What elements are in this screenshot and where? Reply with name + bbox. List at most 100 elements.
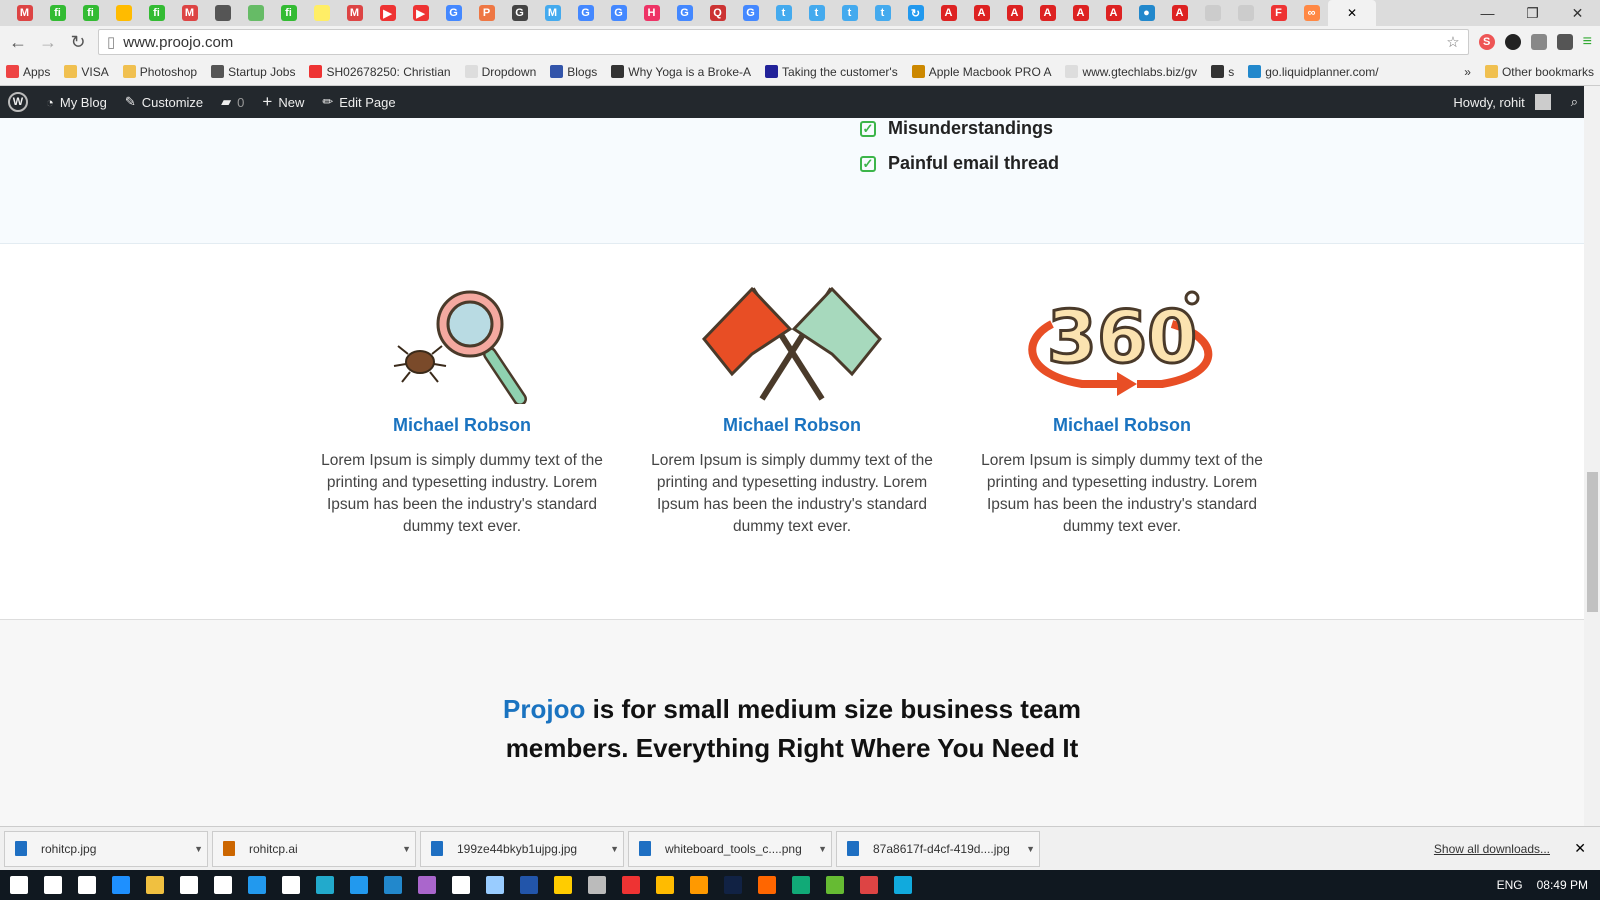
- browser-tab[interactable]: G: [668, 0, 701, 26]
- browser-tab-active[interactable]: ✕: [1328, 0, 1376, 26]
- browser-tab[interactable]: M: [338, 0, 371, 26]
- browser-tab[interactable]: fi: [272, 0, 305, 26]
- taskbar-app-icon[interactable]: [10, 876, 28, 894]
- taskbar-app-icon[interactable]: [44, 876, 62, 894]
- browser-tab[interactable]: ▶: [371, 0, 404, 26]
- taskbar-app-icon[interactable]: [520, 876, 538, 894]
- my-blog-link[interactable]: ◔ My Blog: [46, 95, 107, 110]
- customize-link[interactable]: ✎ Customize: [125, 94, 203, 110]
- taskbar-app-icon[interactable]: [554, 876, 572, 894]
- taskbar-app-icon[interactable]: [418, 876, 436, 894]
- browser-tab[interactable]: G: [503, 0, 536, 26]
- browser-tab[interactable]: ▶: [404, 0, 437, 26]
- back-icon[interactable]: ←: [8, 32, 28, 53]
- browser-tab[interactable]: M: [173, 0, 206, 26]
- bookmark-item[interactable]: Apps: [6, 64, 50, 79]
- bookmark-item[interactable]: Apple Macbook PRO A: [911, 64, 1051, 79]
- taskbar-app-icon[interactable]: [894, 876, 912, 894]
- reload-icon[interactable]: ↻: [68, 32, 88, 53]
- browser-tab[interactable]: t: [767, 0, 800, 26]
- taskbar-app-icon[interactable]: [486, 876, 504, 894]
- browser-tab[interactable]: ∞: [1295, 0, 1328, 26]
- taskbar-app-icon[interactable]: [860, 876, 878, 894]
- download-menu-chevron-icon[interactable]: ▼: [194, 844, 203, 854]
- browser-tab[interactable]: [239, 0, 272, 26]
- browser-tab[interactable]: Q: [701, 0, 734, 26]
- browser-tab[interactable]: G: [437, 0, 470, 26]
- wordpress-logo-icon[interactable]: W: [8, 92, 28, 112]
- bookmark-item[interactable]: Photoshop: [122, 64, 197, 79]
- browser-tab[interactable]: [305, 0, 338, 26]
- browser-tab[interactable]: H: [635, 0, 668, 26]
- bookmark-item[interactable]: Dropdown: [464, 64, 536, 79]
- language-indicator[interactable]: ENG: [1497, 878, 1523, 892]
- browser-tab[interactable]: A: [1097, 0, 1130, 26]
- taskbar-app-icon[interactable]: [758, 876, 776, 894]
- taskbar-app-icon[interactable]: [180, 876, 198, 894]
- browser-tab[interactable]: t: [833, 0, 866, 26]
- browser-tab[interactable]: [107, 0, 140, 26]
- taskbar-app-icon[interactable]: [724, 876, 742, 894]
- page-scrollbar[interactable]: [1584, 86, 1600, 826]
- download-item[interactable]: whiteboard_tools_c....png ▼: [628, 830, 832, 867]
- taskbar-app-icon[interactable]: [112, 876, 130, 894]
- scrollbar-thumb[interactable]: [1587, 472, 1598, 612]
- browser-tab[interactable]: G: [734, 0, 767, 26]
- close-downloads-icon[interactable]: ✕: [1574, 840, 1586, 857]
- download-item[interactable]: rohitcp.jpg ▼: [4, 830, 208, 867]
- bookmark-item[interactable]: go.liquidplanner.com/: [1248, 64, 1379, 79]
- extension-icon[interactable]: [1556, 34, 1573, 50]
- browser-tab[interactable]: [1196, 0, 1229, 26]
- clock[interactable]: 08:49 PM: [1537, 878, 1588, 892]
- bookmark-item[interactable]: Blogs: [550, 64, 597, 79]
- comments-link[interactable]: ▰ 0: [221, 94, 244, 110]
- download-menu-chevron-icon[interactable]: ▼: [402, 844, 411, 854]
- url-input[interactable]: ▯ www.proojo.com ☆: [98, 29, 1469, 55]
- maximize-button[interactable]: ❐: [1510, 0, 1555, 26]
- menu-icon[interactable]: ≡: [1583, 33, 1592, 51]
- extension-icon[interactable]: [1504, 34, 1521, 50]
- star-icon[interactable]: ☆: [1446, 33, 1459, 51]
- taskbar-app-icon[interactable]: [350, 876, 368, 894]
- bookmarks-overflow-button[interactable]: »: [1464, 65, 1471, 79]
- taskbar-app-icon[interactable]: [78, 876, 96, 894]
- browser-tab[interactable]: G: [569, 0, 602, 26]
- extension-icon[interactable]: [1530, 34, 1547, 50]
- taskbar-app-icon[interactable]: [622, 876, 640, 894]
- browser-tab[interactable]: ●: [1130, 0, 1163, 26]
- show-all-downloads-link[interactable]: Show all downloads...: [1434, 842, 1550, 856]
- browser-tab[interactable]: [206, 0, 239, 26]
- bookmark-item[interactable]: Startup Jobs: [211, 64, 295, 79]
- browser-tab[interactable]: A: [1031, 0, 1064, 26]
- edit-page-link[interactable]: ✏ Edit Page: [322, 94, 395, 110]
- taskbar-app-icon[interactable]: [214, 876, 232, 894]
- extension-icon[interactable]: S: [1478, 34, 1495, 50]
- bookmark-item[interactable]: VISA: [64, 64, 109, 79]
- taskbar-app-icon[interactable]: [656, 876, 674, 894]
- browser-tab[interactable]: M: [536, 0, 569, 26]
- browser-tab[interactable]: fi: [41, 0, 74, 26]
- download-item[interactable]: 199ze44bkyb1ujpg.jpg ▼: [420, 830, 624, 867]
- taskbar-app-icon[interactable]: [384, 876, 402, 894]
- browser-tab[interactable]: A: [998, 0, 1031, 26]
- taskbar-app-icon[interactable]: [316, 876, 334, 894]
- taskbar-app-icon[interactable]: [248, 876, 266, 894]
- download-item[interactable]: 87a8617f-d4cf-419d....jpg ▼: [836, 830, 1040, 867]
- search-icon[interactable]: ⌕: [1571, 94, 1578, 110]
- bookmark-item[interactable]: s: [1211, 64, 1234, 79]
- browser-tab[interactable]: G: [602, 0, 635, 26]
- taskbar-app-icon[interactable]: [690, 876, 708, 894]
- bookmark-item[interactable]: Taking the customer's: [765, 64, 898, 79]
- browser-tab[interactable]: M: [8, 0, 41, 26]
- forward-icon[interactable]: →: [38, 32, 58, 53]
- bookmark-item[interactable]: Why Yoga is a Broke-A: [611, 64, 751, 79]
- other-bookmarks-folder[interactable]: Other bookmarks: [1484, 64, 1594, 79]
- download-menu-chevron-icon[interactable]: ▼: [1026, 844, 1035, 854]
- bookmark-item[interactable]: www.gtechlabs.biz/gv: [1065, 64, 1197, 79]
- browser-tab[interactable]: A: [1163, 0, 1196, 26]
- taskbar-app-icon[interactable]: [792, 876, 810, 894]
- browser-tab[interactable]: [1229, 0, 1262, 26]
- taskbar-app-icon[interactable]: [826, 876, 844, 894]
- taskbar-app-icon[interactable]: [146, 876, 164, 894]
- close-window-button[interactable]: ✕: [1555, 0, 1600, 26]
